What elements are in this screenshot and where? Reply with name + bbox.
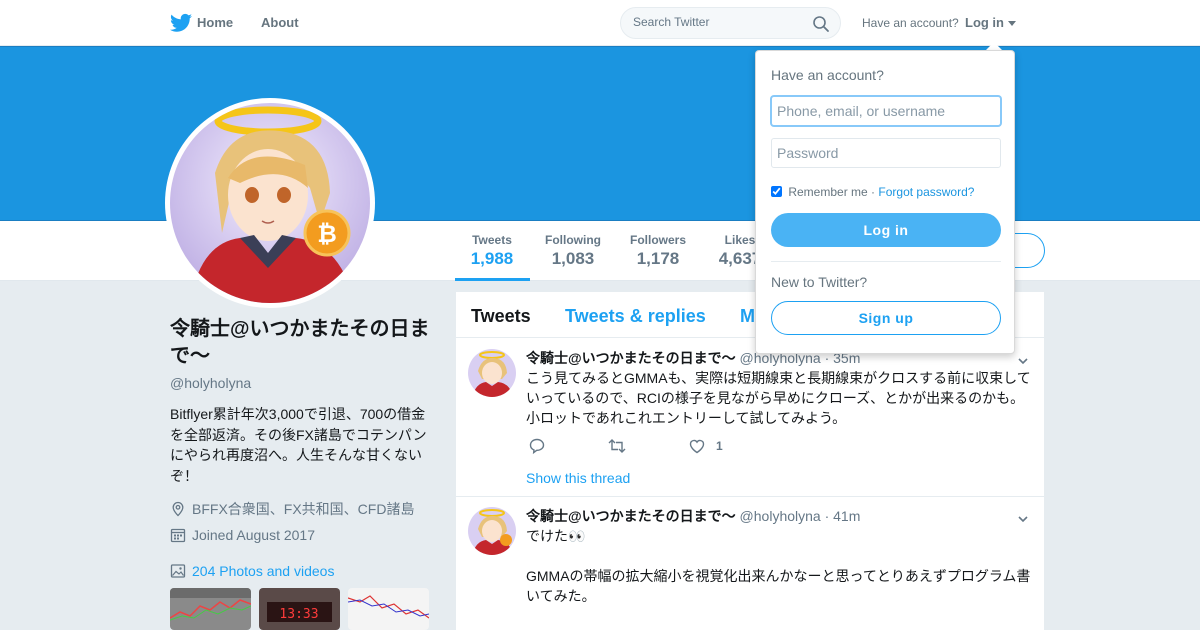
forgot-password-link[interactable]: Forgot password? — [878, 185, 974, 199]
password-input[interactable] — [771, 138, 1001, 168]
like-heart-icon[interactable] — [688, 437, 706, 455]
profile-bio: Bitflyer累計年次3,000で引退、700の借金を全部返済。その後FX諸島… — [170, 406, 427, 484]
photo-thumbnail[interactable]: 13:33 — [259, 588, 340, 630]
location-pin-icon — [172, 501, 184, 517]
profile-name[interactable]: 令騎士@いつかまたその日まで〜 — [170, 316, 440, 370]
photo-thumbnail[interactable] — [348, 588, 429, 630]
calendar-icon — [170, 528, 186, 543]
username-input[interactable] — [771, 96, 1001, 126]
location-text: BFFX合衆国、FX共和国、CFD諸島 — [192, 501, 415, 517]
stat-value: 1,083 — [551, 249, 595, 268]
show-thread-link[interactable]: Show this thread — [526, 470, 630, 486]
nav-about-link[interactable]: About — [261, 15, 299, 30]
stat-followers[interactable]: Followers 1,178 — [625, 233, 691, 269]
nav-home-link[interactable]: Home — [197, 15, 233, 30]
joined-text: Joined August 2017 — [192, 527, 315, 543]
signup-button[interactable]: Sign up — [771, 301, 1001, 335]
remember-row: Remember me · Forgot password? — [771, 185, 974, 199]
remember-me-label[interactable]: Remember me — [788, 185, 867, 199]
chevron-down-icon[interactable] — [1018, 356, 1028, 366]
tweet-actions: 1 — [526, 437, 826, 457]
dropdown-title: Have an account? — [771, 67, 884, 83]
chevron-down-icon[interactable] — [1018, 514, 1028, 524]
remember-me-checkbox[interactable] — [771, 186, 782, 197]
svg-text:₿: ₿ — [317, 221, 337, 248]
retweet-icon[interactable] — [608, 437, 626, 455]
avatar-image: ₿ — [170, 103, 370, 303]
separator-dot: · — [871, 185, 876, 199]
stat-label: Tweets — [472, 233, 512, 247]
tweet-author-name[interactable]: 令騎士@いつかまたその日まで〜 — [526, 350, 736, 366]
active-tab-indicator — [455, 278, 530, 281]
tweet-avatar[interactable] — [468, 349, 516, 397]
search-box[interactable] — [620, 7, 841, 39]
profile-joined: Joined August 2017 — [170, 527, 315, 543]
tweet-header: 令騎士@いつかまたその日まで〜 @holyholyna · 41m — [526, 506, 860, 526]
photo-thumbnail[interactable] — [170, 588, 251, 630]
photos-text[interactable]: 204 Photos and videos — [192, 563, 334, 579]
divider — [771, 261, 1001, 262]
twitter-bird-icon[interactable] — [170, 13, 192, 33]
reply-icon[interactable] — [528, 437, 546, 455]
tweet[interactable]: 令騎士@いつかまたその日まで〜 @holyholyna · 35m こう見てみる… — [456, 339, 1044, 497]
tab-tweets-replies[interactable]: Tweets & replies — [565, 306, 706, 327]
search-icon[interactable] — [812, 15, 830, 33]
have-account-text: Have an account? — [862, 16, 959, 30]
login-dropdown-toggle[interactable]: Log in — [965, 15, 1004, 30]
stat-tweets[interactable]: Tweets 1,988 — [462, 233, 522, 269]
tab-tweets[interactable]: Tweets — [471, 306, 531, 327]
tweet-avatar[interactable] — [468, 507, 516, 555]
new-to-twitter-text: New to Twitter? — [771, 274, 868, 290]
stat-value: 1,988 — [470, 249, 514, 268]
top-navigation: Home About Have an account? Log in — [0, 0, 1200, 46]
tweet-timestamp[interactable]: · 41m — [825, 508, 861, 524]
search-input[interactable] — [633, 15, 803, 29]
stat-following[interactable]: Following 1,083 — [540, 233, 606, 269]
profile-avatar[interactable]: ₿ — [165, 98, 375, 308]
tweet[interactable]: 令騎士@いつかまたその日まで〜 @holyholyna · 41m でけた👀 G… — [456, 497, 1044, 630]
svg-text:13:33: 13:33 — [279, 607, 318, 622]
caret-down-icon[interactable] — [1008, 21, 1016, 26]
like-count: 1 — [716, 439, 723, 453]
stat-value: 1,178 — [636, 249, 680, 268]
tweet-text: でけた👀 GMMAの帯幅の拡大縮小を視覚化出来んかなーと思ってとりあえずプログラ… — [526, 528, 1031, 604]
profile-location: BFFX合衆国、FX共和国、CFD諸島 — [170, 499, 414, 519]
login-button[interactable]: Log in — [771, 213, 1001, 247]
image-icon — [170, 564, 186, 578]
tweet-text: こう見てみるとGMMAも、実際は短期線束と長期線束がクロスする前に収束していって… — [526, 370, 1031, 426]
tweet-author-name[interactable]: 令騎士@いつかまたその日まで〜 — [526, 508, 736, 524]
stat-label: Following — [545, 233, 601, 247]
profile-handle[interactable]: @holyholyna — [170, 375, 251, 391]
stat-label: Followers — [629, 233, 686, 247]
photos-videos-link[interactable]: 204 Photos and videos — [170, 563, 334, 579]
tweet-author-handle[interactable]: @holyholyna — [740, 508, 821, 524]
login-dropdown: Have an account? Remember me · Forgot pa… — [755, 50, 1015, 354]
